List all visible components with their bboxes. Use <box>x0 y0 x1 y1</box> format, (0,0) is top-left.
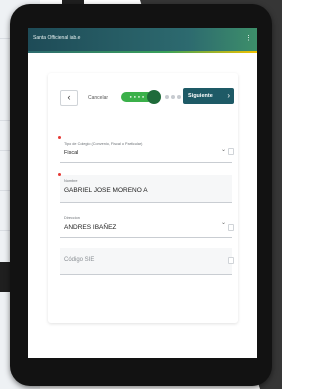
checkbox[interactable] <box>228 148 234 155</box>
directorate-value: ANDRES IBAÑEZ <box>64 224 117 231</box>
app-bar: Santa Officienal iab.e ⋮ <box>28 28 257 51</box>
app-bar-accent <box>28 51 257 53</box>
checkbox[interactable] <box>228 257 234 264</box>
next-button-label: Siguiente <box>188 93 213 99</box>
chevron-down-icon: ⌄ <box>220 147 226 153</box>
current-step-indicator <box>147 90 161 104</box>
school-type-select[interactable]: Tipo de Colegio (Convenio, Fiscal o Part… <box>58 136 232 163</box>
step-dot <box>165 95 169 99</box>
app-title: Santa Officienal iab.e <box>33 35 81 41</box>
required-marker <box>58 136 61 139</box>
sie-code-placeholder: Código SIE <box>64 257 95 263</box>
step-dot <box>177 95 181 99</box>
progress-stepper: ● ● ● ● <box>121 90 187 104</box>
chevron-right-icon: › <box>227 91 230 100</box>
required-marker <box>58 173 61 176</box>
name-value: GABRIEL JOSE MORENO A <box>64 187 148 194</box>
cancel-button[interactable]: Cancelar <box>88 95 108 101</box>
menu-icon[interactable]: ⋮ <box>245 34 252 42</box>
chevron-down-icon: ⌄ <box>220 220 226 226</box>
directorate-label: Direccion <box>64 216 80 220</box>
checkbox[interactable] <box>228 224 234 231</box>
next-button[interactable]: Siguiente › <box>183 88 234 104</box>
sie-code-input[interactable]: Código SIE <box>60 248 232 275</box>
tablet-screen: Santa Officienal iab.e ⋮ ‹ Cancelar ● ● … <box>28 28 257 358</box>
school-type-value: Fiscal <box>64 150 79 156</box>
name-label: Nombre <box>64 179 78 183</box>
chevron-left-icon: ‹ <box>67 92 71 102</box>
step-dot <box>171 95 175 99</box>
directorate-select[interactable]: Direccion ANDRES IBAÑEZ ⌄ <box>60 212 232 238</box>
name-field[interactable]: Nombre GABRIEL JOSE MORENO A <box>58 173 232 203</box>
back-button[interactable]: ‹ <box>60 90 78 106</box>
school-type-label: Tipo de Colegio (Convenio, Fiscal o Part… <box>64 142 143 146</box>
